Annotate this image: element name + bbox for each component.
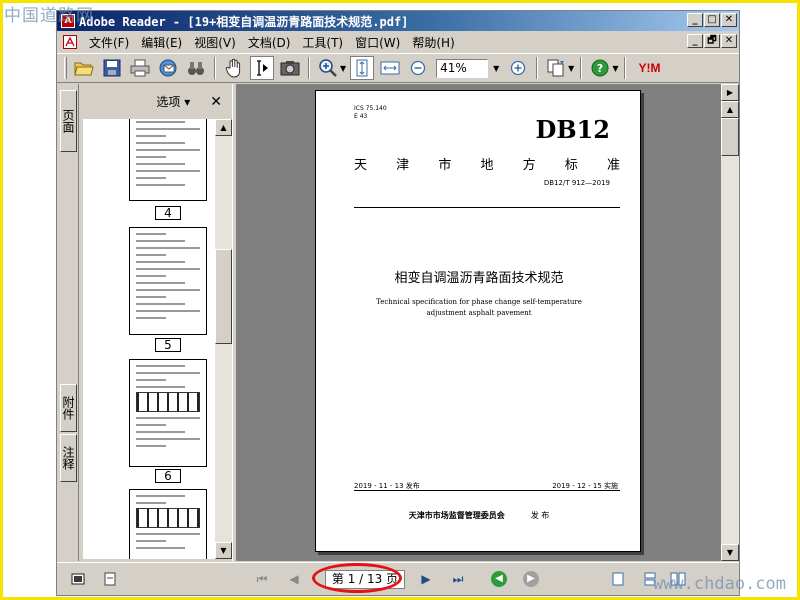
hand-tool-icon[interactable] [222, 56, 246, 80]
red-highlight-ellipse [312, 563, 402, 593]
scroll-down-button[interactable]: ▼ [721, 544, 739, 561]
close-panel-icon[interactable]: ✕ [210, 94, 222, 110]
menu-tools[interactable]: 工具(T) [296, 34, 349, 51]
close-button[interactable]: ✕ [721, 13, 737, 27]
ics-code: ICS 75.140 E 43 [354, 105, 387, 120]
tab-comments[interactable]: 注释 [60, 434, 77, 482]
menu-window[interactable]: 窗口(W) [349, 34, 406, 51]
thumbnail-panel: 选项 ▾ ✕ 4 5 6 ▲ ▼ [79, 84, 232, 561]
save-icon[interactable] [100, 56, 124, 80]
print-icon[interactable] [128, 56, 152, 80]
email-icon[interactable] [156, 56, 180, 80]
issuer: 天津市市场监督管理委员会发 布 [408, 511, 550, 520]
tab-attachments[interactable]: 附件 [60, 384, 77, 432]
zoom-in-icon[interactable] [316, 56, 340, 80]
zoom-level-input[interactable]: 41% [436, 58, 489, 78]
header-rule [354, 207, 620, 208]
document-title-cn: 相变自调温沥青路面技术规范 [394, 271, 564, 286]
footer-rule [354, 490, 620, 491]
first-page-icon[interactable]: ⏮ [253, 571, 271, 588]
toolbar-separator [580, 57, 583, 79]
menu-edit[interactable]: 编辑(E) [135, 34, 188, 51]
page-setup-icon[interactable] [101, 571, 119, 587]
fit-width-icon[interactable] [378, 56, 402, 80]
pages-icon[interactable] [544, 56, 568, 80]
pages-dropdown[interactable]: ▼ [568, 64, 574, 73]
svg-text:?: ? [597, 62, 603, 75]
single-page-icon[interactable] [609, 571, 627, 587]
document-number: DB12/T 912—2019 [543, 179, 610, 187]
navigation-tabs: 页面 附件 注释 [57, 84, 79, 561]
scroll-up-button[interactable]: ▲ [215, 119, 232, 136]
document-view: ICS 75.140 E 43 DB12 天 津 市 地 方 标 准 DB12/… [237, 84, 721, 561]
zoom-level-dropdown[interactable]: ▼ [488, 59, 504, 78]
thumbnail-page-number: 5 [155, 338, 181, 352]
watermark-bottom: www.chdao.com [652, 574, 786, 594]
standard-region: 天 津 市 地 方 标 准 [354, 158, 620, 173]
minimize-button[interactable]: _ [687, 13, 703, 27]
menu-view[interactable]: 视图(V) [188, 34, 242, 51]
adobe-reader-window: A Adobe Reader - [19+相变自调温沥青路面技术规范.pdf] … [56, 10, 740, 596]
thumbnail-page-number: 6 [155, 469, 181, 483]
scroll-up-button[interactable]: ▲ [721, 101, 739, 118]
page-thumbnail[interactable] [129, 359, 207, 467]
toolbar-separator [308, 57, 310, 79]
menu-help[interactable]: 帮助(H) [406, 34, 460, 51]
toolbar-separator [624, 57, 627, 79]
snapshot-icon[interactable] [278, 56, 302, 80]
toolbar-separator [536, 57, 539, 79]
yahoo-icon[interactable]: Y!M [632, 56, 666, 80]
pdf-page[interactable]: ICS 75.140 E 43 DB12 天 津 市 地 方 标 准 DB12/… [315, 90, 641, 552]
next-view-icon[interactable]: ▶ [523, 571, 541, 588]
yahoo-label: Y!M [638, 61, 661, 75]
fullscreen-icon[interactable] [69, 571, 87, 587]
doc-restore-button[interactable]: 🗗 [704, 34, 720, 48]
scroll-down-button[interactable]: ▼ [215, 542, 232, 559]
next-page-icon[interactable]: ▶ [417, 571, 435, 588]
previous-view-icon[interactable]: ◀ [491, 571, 509, 588]
fit-page-icon[interactable] [350, 56, 375, 80]
open-folder-icon[interactable] [72, 56, 96, 80]
watermark-top: 中国道路网 [4, 6, 94, 26]
options-menu-button[interactable]: 选项 ▾ [156, 93, 190, 110]
thumbnail-page-number: 4 [155, 206, 181, 220]
toolbar-separator [214, 57, 216, 79]
thumbnail-list: 4 5 6 [83, 119, 215, 559]
title-bar: A Adobe Reader - [19+相变自调温沥青路面技术规范.pdf] … [57, 11, 739, 31]
search-binoculars-icon[interactable] [184, 56, 208, 80]
previous-page-icon[interactable]: ◀ [285, 571, 303, 588]
help-dropdown[interactable]: ▼ [612, 64, 618, 73]
toolbar: ▼ 41% ▼ ▼ ? ▼ Y!M [57, 53, 739, 83]
zoom-tool-dropdown[interactable]: ▼ [340, 64, 346, 73]
page-thumbnail[interactable] [129, 489, 207, 559]
zoom-out-minus-icon[interactable] [406, 56, 430, 80]
thumbnail-header: 选项 ▾ ✕ [79, 84, 232, 119]
window-title: Adobe Reader - [19+相变自调温沥青路面技术规范.pdf] [79, 14, 409, 29]
menu-bar: 文件(F) 编辑(E) 视图(V) 文档(D) 工具(T) 窗口(W) 帮助(H… [57, 32, 739, 52]
tab-pages[interactable]: 页面 [60, 90, 77, 152]
last-page-icon[interactable]: ⏭ [449, 571, 467, 588]
scroll-page-right-button[interactable]: ▶ [721, 84, 739, 101]
toolbar-grip[interactable] [64, 57, 67, 79]
document-pdf-icon[interactable] [63, 35, 77, 49]
page-thumbnail[interactable] [129, 119, 207, 201]
menu-document[interactable]: 文档(D) [242, 34, 297, 51]
menu-file[interactable]: 文件(F) [83, 34, 135, 51]
doc-minimize-button[interactable]: _ [687, 34, 703, 48]
standard-code: DB12 [535, 115, 611, 144]
scroll-thumb[interactable] [215, 249, 232, 344]
maximize-button[interactable]: □ [704, 13, 720, 27]
document-scrollbar[interactable]: ▶ ▲ ▼ [721, 84, 739, 561]
select-text-icon[interactable] [250, 56, 274, 80]
scroll-thumb[interactable] [721, 118, 739, 156]
zoom-in-plus-icon[interactable] [506, 56, 530, 80]
status-bar: ⏮ ◀ 第 1 / 13 页 ▶ ⏭ ◀ ▶ [57, 562, 739, 595]
help-icon[interactable]: ? [588, 56, 612, 80]
thumbnail-scrollbar[interactable]: ▲ ▼ [215, 119, 232, 559]
page-thumbnail[interactable] [129, 227, 207, 335]
doc-close-button[interactable]: ✕ [721, 34, 737, 48]
document-title-en: Technical specification for phase change… [376, 298, 582, 317]
